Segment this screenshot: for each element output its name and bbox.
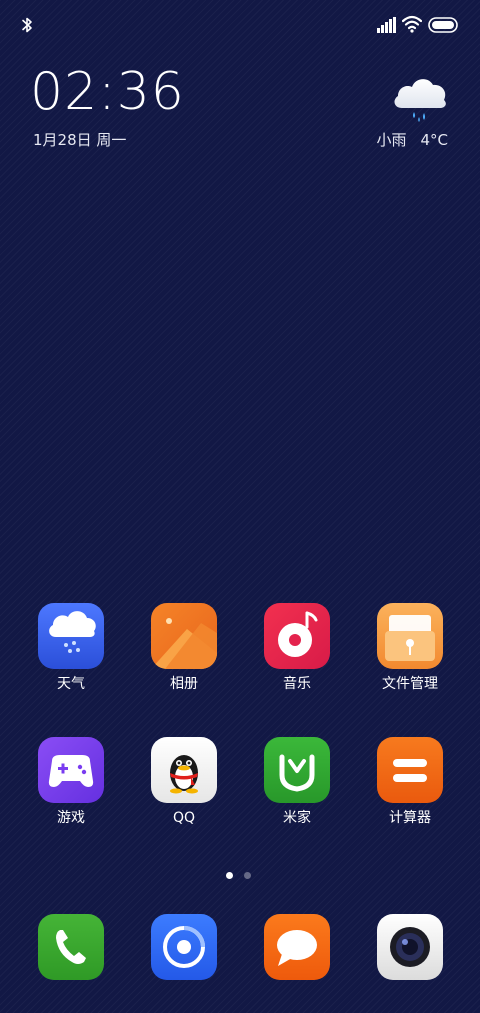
page-dot[interactable] — [244, 872, 251, 879]
rain-cloud-icon[interactable] — [390, 72, 450, 126]
clock-date[interactable]: 1月28日 周一 — [33, 130, 126, 150]
app-label: 米家 — [283, 810, 311, 826]
phone-app-icon — [38, 914, 104, 980]
signal-icon — [377, 17, 396, 33]
gallery-app-icon — [151, 603, 217, 669]
games-app-icon — [38, 737, 104, 803]
app-games[interactable]: 游戏 — [21, 737, 121, 827]
app-weather[interactable]: 天气 — [21, 603, 121, 693]
dock-browser[interactable] — [134, 914, 234, 980]
app-label: QQ — [172, 810, 196, 826]
page-indicator — [226, 872, 256, 880]
battery-icon — [428, 17, 458, 33]
camera-app-icon — [377, 914, 443, 980]
bluetooth-icon — [22, 17, 32, 33]
dock-camera[interactable] — [360, 914, 460, 980]
calculator-app-icon — [377, 737, 443, 803]
app-label: 相册 — [170, 676, 198, 692]
app-music[interactable]: 音乐 — [247, 603, 347, 693]
app-gallery[interactable]: 相册 — [134, 603, 234, 693]
dock-phone[interactable] — [21, 914, 121, 980]
mijia-app-icon — [264, 737, 330, 803]
messages-app-icon — [264, 914, 330, 980]
dock-messages[interactable] — [247, 914, 347, 980]
app-calculator[interactable]: 计算器 — [360, 737, 460, 827]
weather-temperature: 4°C — [420, 131, 448, 149]
file-manager-app-icon — [377, 603, 443, 669]
app-label: 游戏 — [57, 810, 85, 826]
qq-app-icon — [151, 737, 217, 803]
app-label: 计算器 — [389, 810, 431, 826]
app-label: 音乐 — [283, 676, 311, 692]
app-mijia[interactable]: 米家 — [247, 737, 347, 827]
app-label: 文件管理 — [382, 676, 438, 692]
app-label: 天气 — [57, 676, 85, 692]
music-app-icon — [264, 603, 330, 669]
weather-info[interactable]: 小雨 4°C — [376, 130, 448, 150]
app-file-manager[interactable]: 文件管理 — [360, 603, 460, 693]
app-qq[interactable]: QQ — [134, 737, 234, 827]
browser-app-icon — [151, 914, 217, 980]
clock-time[interactable]: 02:36 — [30, 60, 185, 124]
wifi-icon — [402, 15, 422, 33]
weather-app-icon — [38, 603, 104, 669]
status-bar — [0, 0, 480, 50]
weather-condition: 小雨 — [376, 131, 407, 149]
page-dot-active[interactable] — [226, 872, 233, 879]
